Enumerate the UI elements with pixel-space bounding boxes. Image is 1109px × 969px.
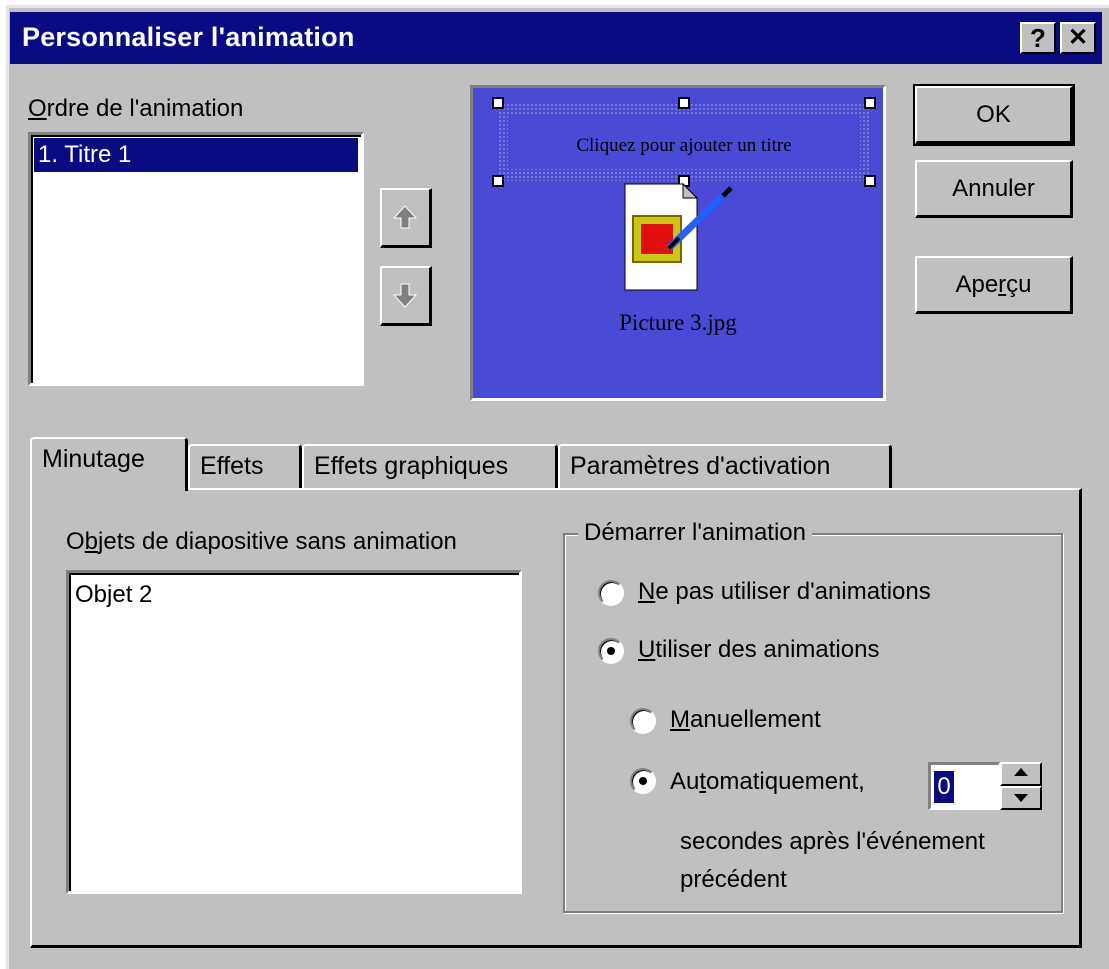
- seconds-description-line2: précédent: [680, 866, 787, 893]
- tab-timing[interactable]: Minutage: [30, 437, 188, 491]
- title-bar: Personnaliser l'animation ? ✕: [10, 12, 1102, 64]
- slide-preview: Cliquez pour ajouter un titre Picture 3.…: [470, 85, 886, 401]
- seconds-value[interactable]: 0: [934, 771, 954, 803]
- radio-manual-label[interactable]: Manuellement: [670, 706, 821, 734]
- spin-down-icon: [1014, 794, 1028, 802]
- radio-automatic-label[interactable]: Automatiquement,: [670, 768, 865, 796]
- radio-use-animation[interactable]: [598, 638, 624, 664]
- move-down-button[interactable]: [380, 266, 432, 326]
- help-button[interactable]: ?: [1020, 22, 1056, 54]
- arrow-down-icon: [392, 283, 418, 308]
- tab-action-settings[interactable]: Paramètres d'activation: [558, 444, 892, 488]
- spin-down-button[interactable]: [1000, 786, 1042, 810]
- radio-automatic[interactable]: [630, 768, 656, 794]
- move-up-button[interactable]: [380, 188, 432, 248]
- radio-no-animation-label[interactable]: Ne pas utiliser d'animations: [638, 578, 931, 606]
- preview-button[interactable]: Aperçu: [915, 256, 1073, 314]
- ok-button[interactable]: OK: [913, 84, 1075, 146]
- objects-list-item[interactable]: Objet 2: [75, 581, 152, 609]
- resize-handle: [492, 175, 504, 187]
- radio-selected-dot: [639, 777, 647, 785]
- window-title: Personnaliser l'animation: [22, 22, 355, 52]
- radio-use-animation-label[interactable]: Utiliser des animations: [638, 636, 879, 664]
- objects-list[interactable]: Objet 2: [66, 570, 522, 894]
- radio-manual[interactable]: [630, 708, 656, 734]
- seconds-spinner[interactable]: [1000, 762, 1042, 810]
- seconds-input[interactable]: 0: [928, 762, 1000, 810]
- resize-handle: [864, 97, 876, 109]
- title-placeholder: Cliquez pour ajouter un titre: [492, 97, 876, 187]
- resize-handle: [492, 97, 504, 109]
- cancel-button[interactable]: Annuler: [915, 160, 1073, 218]
- radio-selected-dot: [607, 647, 615, 655]
- start-animation-group-title: Démarrer l'animation: [578, 519, 812, 547]
- animation-order-list[interactable]: 1. Titre 1: [28, 132, 364, 386]
- tab-chart-effects[interactable]: Effets graphiques: [302, 444, 558, 488]
- spin-up-icon: [1014, 768, 1028, 776]
- animation-order-item[interactable]: 1. Titre 1: [34, 138, 358, 172]
- animation-order-label: Ordre de l'animation: [28, 95, 244, 122]
- spin-up-button[interactable]: [1000, 762, 1042, 786]
- placeholder-text: Cliquez pour ajouter un titre: [576, 135, 792, 156]
- seconds-description-line1: secondes après l'événement: [680, 828, 985, 855]
- objects-without-animation-label: Objets de diapositive sans animation: [66, 528, 457, 555]
- resize-handle: [864, 175, 876, 187]
- radio-no-animation[interactable]: [598, 580, 624, 606]
- tab-effects[interactable]: Effets: [188, 444, 302, 488]
- picture-caption: Picture 3.jpg: [619, 310, 737, 335]
- arrow-up-icon: [392, 205, 418, 229]
- close-button[interactable]: ✕: [1060, 22, 1096, 54]
- resize-handle: [678, 97, 690, 109]
- picture-file-icon: [624, 182, 733, 291]
